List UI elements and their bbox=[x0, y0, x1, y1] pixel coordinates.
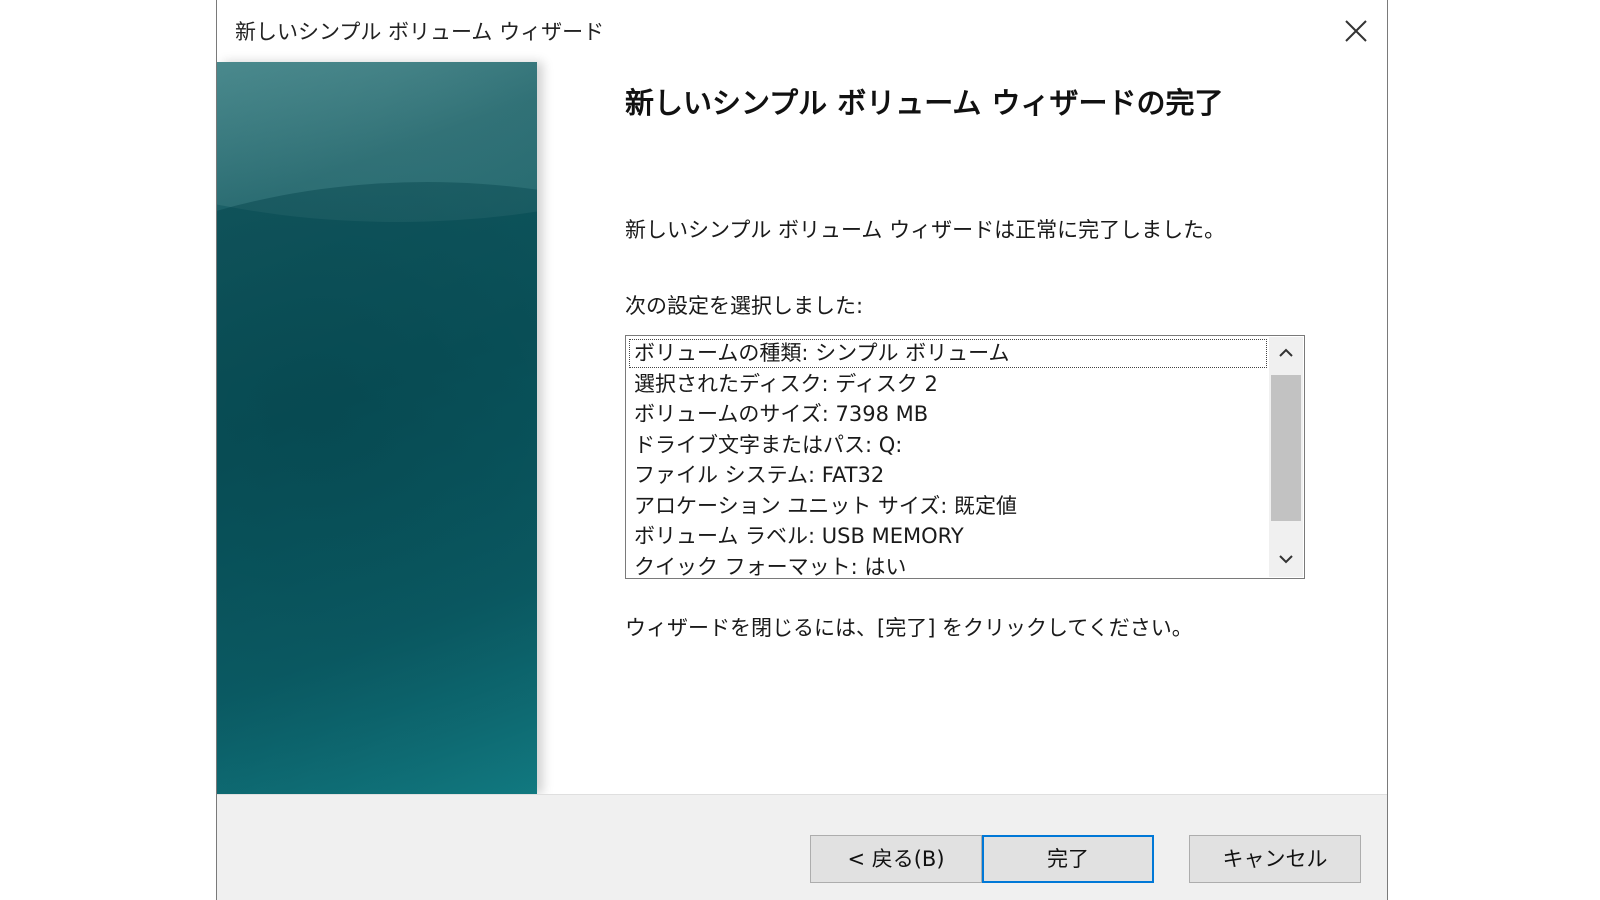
list-item[interactable]: 選択されたディスク: ディスク 2 bbox=[628, 369, 1268, 400]
list-item[interactable]: ドライブ文字またはパス: Q: bbox=[628, 430, 1268, 461]
window-title: 新しいシンプル ボリューム ウィザード bbox=[235, 20, 605, 44]
scroll-down-button[interactable] bbox=[1269, 543, 1303, 577]
banner-arc bbox=[217, 182, 537, 794]
close-button[interactable] bbox=[1329, 4, 1383, 58]
button-bar: < 戻る(B) 完了 キャンセル bbox=[217, 794, 1387, 900]
scroll-up-button[interactable] bbox=[1269, 337, 1303, 371]
scroll-thumb[interactable] bbox=[1271, 375, 1301, 521]
back-button[interactable]: < 戻る(B) bbox=[810, 835, 982, 883]
cancel-button[interactable]: キャンセル bbox=[1189, 835, 1361, 883]
list-item[interactable]: ボリュームのサイズ: 7398 MB bbox=[628, 399, 1268, 430]
settings-label: 次の設定を選択しました: bbox=[625, 294, 864, 318]
list-item[interactable]: アロケーション ユニット サイズ: 既定値 bbox=[628, 491, 1268, 522]
list-item[interactable]: ボリュームの種類: シンプル ボリューム bbox=[628, 338, 1268, 369]
close-instruction: ウィザードを閉じるには、[完了] をクリックしてください。 bbox=[625, 616, 1193, 640]
vertical-scrollbar[interactable] bbox=[1269, 337, 1303, 577]
title-bar: 新しいシンプル ボリューム ウィザード bbox=[217, 0, 1387, 62]
finish-button[interactable]: 完了 bbox=[982, 835, 1154, 883]
close-icon bbox=[1345, 20, 1367, 42]
wizard-side-banner bbox=[217, 62, 537, 794]
success-message: 新しいシンプル ボリューム ウィザードは正常に完了しました。 bbox=[625, 218, 1226, 242]
list-item[interactable]: ファイル システム: FAT32 bbox=[628, 460, 1268, 491]
settings-listbox[interactable]: ボリュームの種類: シンプル ボリューム 選択されたディスク: ディスク 2 ボ… bbox=[625, 335, 1305, 579]
wizard-content: 新しいシンプル ボリューム ウィザードの完了 新しいシンプル ボリューム ウィザ… bbox=[625, 62, 1365, 794]
list-item[interactable]: クイック フォーマット: はい bbox=[628, 552, 1268, 577]
chevron-down-icon bbox=[1279, 555, 1293, 564]
list-item[interactable]: ボリューム ラベル: USB MEMORY bbox=[628, 521, 1268, 552]
page-title: 新しいシンプル ボリューム ウィザードの完了 bbox=[625, 86, 1224, 120]
chevron-up-icon bbox=[1279, 348, 1293, 357]
wizard-window: 新しいシンプル ボリューム ウィザード 新しいシンプル ボリューム ウィザードの… bbox=[216, 0, 1388, 900]
settings-list: ボリュームの種類: シンプル ボリューム 選択されたディスク: ディスク 2 ボ… bbox=[628, 338, 1268, 576]
